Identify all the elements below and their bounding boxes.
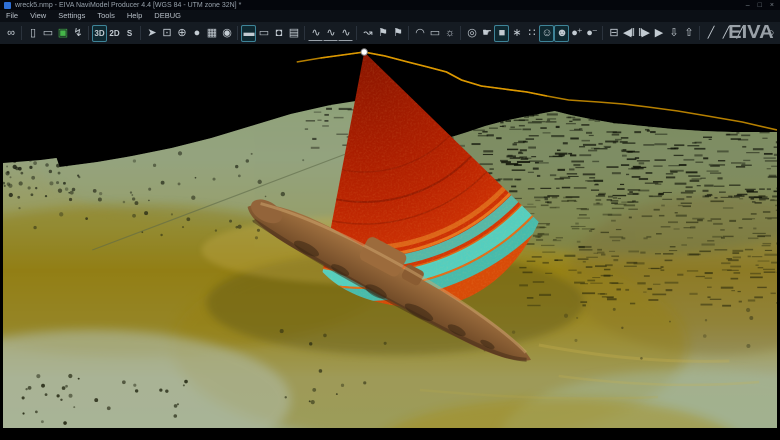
menu-debug[interactable]: DEBUG: [148, 10, 187, 22]
arc-icon[interactable]: ◠: [412, 25, 427, 42]
brightness-icon[interactable]: ☼: [442, 25, 457, 42]
scatter-icon[interactable]: ∷: [524, 25, 539, 42]
profile-icon-1[interactable]: ∿: [308, 26, 323, 41]
step-forward-icon[interactable]: ‖▶: [636, 25, 651, 42]
route-icon[interactable]: ↝: [360, 25, 375, 42]
menu-settings[interactable]: Settings: [52, 10, 91, 22]
window-controls: – □ ×: [746, 2, 776, 9]
menu-file[interactable]: File: [0, 10, 24, 22]
new-file-icon[interactable]: ▯: [25, 25, 40, 42]
open-folder-icon[interactable]: ▭: [40, 25, 55, 42]
connect-icon[interactable]: ↯: [70, 25, 85, 42]
menu-view[interactable]: View: [24, 10, 52, 22]
minimize-button[interactable]: –: [746, 2, 750, 9]
scene-3d[interactable]: [3, 45, 778, 428]
link-icon[interactable]: ∞: [3, 25, 18, 42]
viewport-3d[interactable]: [0, 45, 780, 428]
ruler-icon[interactable]: ▤: [286, 25, 301, 42]
fill-square-button[interactable]: ■: [494, 24, 509, 42]
smiley-invert-button[interactable]: ☻: [554, 24, 569, 42]
window-title: wreck5.nmp - EIVA NaviModel Producer 4.4…: [15, 1, 242, 9]
wireframe-sphere-icon[interactable]: ⊕: [174, 25, 189, 42]
toolbar-separator: [699, 26, 700, 40]
paint-hand-icon[interactable]: ☛: [479, 25, 494, 42]
globe-icon[interactable]: ◉: [219, 25, 234, 42]
toolbar-separator: [21, 26, 22, 40]
bottom-strip: [0, 428, 780, 440]
waypoint-query-icon[interactable]: ⚑: [390, 25, 405, 42]
menu-bar: File View Settings Tools Help DEBUG: [0, 10, 780, 22]
upload-icon[interactable]: ⇧: [681, 25, 696, 42]
toolbar-separator: [237, 26, 238, 40]
sphere-icon[interactable]: ●: [189, 25, 204, 42]
point-add-icon[interactable]: ●⁺: [569, 25, 584, 42]
toolbar-separator: [304, 26, 305, 40]
toolbar-separator: [602, 26, 603, 40]
title-bar: wreck5.nmp - EIVA NaviModel Producer 4.4…: [0, 0, 780, 10]
smiley-button[interactable]: ☺: [539, 24, 554, 42]
vehicle-marker: [360, 48, 368, 56]
step-back-icon[interactable]: ◀‖: [621, 25, 636, 42]
toolbar: ∞ ▯ ▭ ▣ ↯ 3D 2D S ➤ ⊡ ⊕ ● ▦ ◉ ▬ ▭ ◘ ▤ ∿ ∿ ∿ ↝ ⚑ ⚑ ◠ ▭ ☼ ◎ ☛ ■ ∗ ∷ ☺ ☻ ●⁺ ●⁻…: [0, 22, 780, 45]
eiva-logo: EIVA: [728, 22, 774, 42]
camera-icon[interactable]: ◘: [271, 25, 286, 42]
toolbar-separator: [356, 26, 357, 40]
toolbar-separator: [460, 26, 461, 40]
save-icon[interactable]: ▣: [55, 25, 70, 42]
play-icon[interactable]: ▶: [651, 25, 666, 42]
toolbar-separator: [140, 26, 141, 40]
download-icon[interactable]: ⇩: [666, 25, 681, 42]
menu-help[interactable]: Help: [121, 10, 148, 22]
em-view-button[interactable]: ▬: [241, 24, 256, 42]
close-button[interactable]: ×: [770, 2, 774, 9]
waypoint-icon[interactable]: ⚑: [375, 25, 390, 42]
pointer-icon[interactable]: ➤: [144, 25, 159, 42]
measure-line-icon[interactable]: ╱: [703, 25, 718, 42]
menu-tools[interactable]: Tools: [91, 10, 121, 22]
view-2d-button[interactable]: 2D: [107, 25, 122, 42]
rectangle-icon[interactable]: ▭: [427, 25, 442, 42]
profile-icon-3[interactable]: ∿: [338, 26, 353, 41]
profile-icon-2[interactable]: ∿: [323, 26, 338, 41]
film-icon[interactable]: ⊟: [606, 25, 621, 42]
toolbar-separator: [88, 26, 89, 40]
toolbar-separator: [408, 26, 409, 40]
palette-icon[interactable]: ◎: [464, 25, 479, 42]
maximize-button[interactable]: □: [758, 2, 762, 9]
point-remove-icon[interactable]: ●⁻: [584, 25, 599, 42]
app-icon: [4, 1, 11, 9]
spray-icon[interactable]: ∗: [509, 25, 524, 42]
view-s-button[interactable]: S: [122, 25, 137, 42]
view-3d-button[interactable]: 3D: [92, 24, 107, 42]
grid-icon[interactable]: ▦: [204, 25, 219, 42]
image-icon[interactable]: ▭: [256, 25, 271, 42]
select-box-icon[interactable]: ⊡: [159, 25, 174, 42]
